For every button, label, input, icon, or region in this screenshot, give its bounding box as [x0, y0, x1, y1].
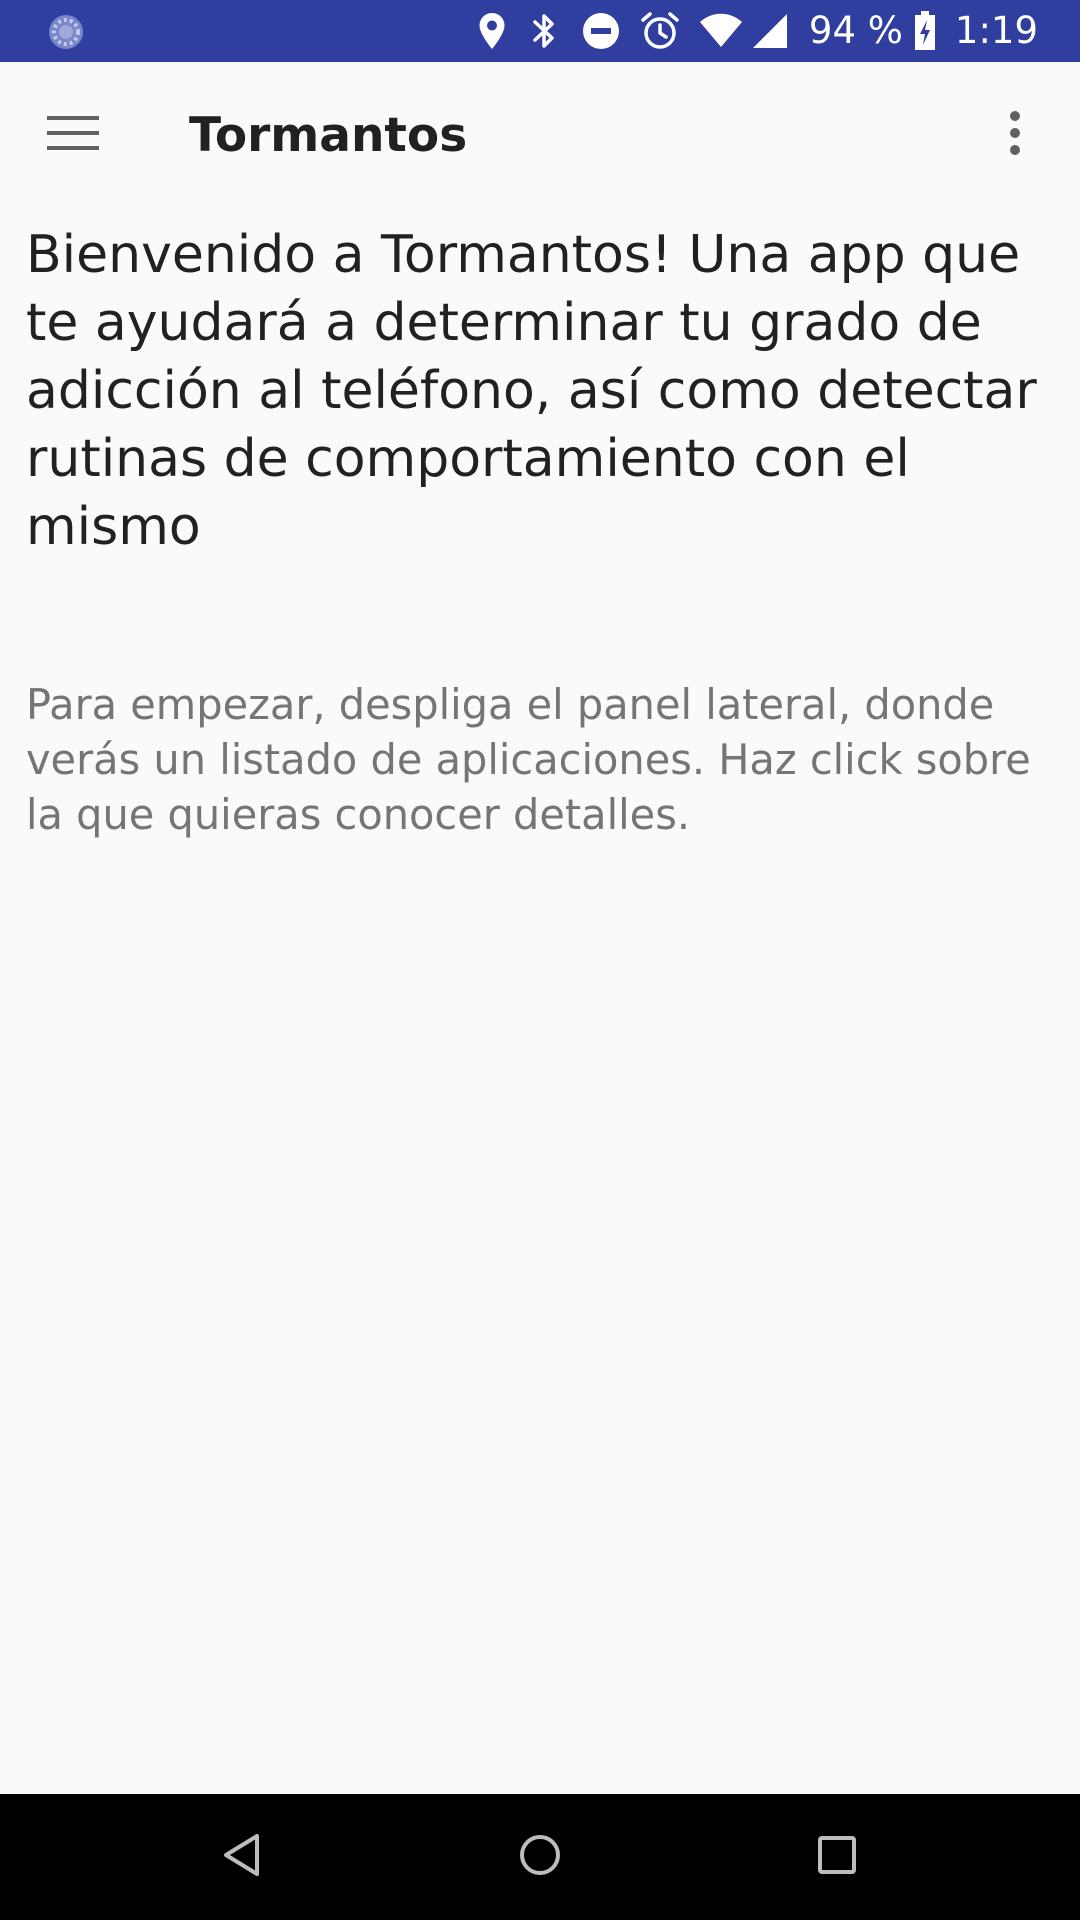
welcome-text: Bienvenido a Tormantos! Una app que te a…	[26, 225, 1037, 557]
alarm-icon	[639, 0, 681, 62]
navigation-bar	[0, 1794, 1080, 1920]
overflow-menu-button[interactable]	[964, 84, 1066, 186]
sync-icon	[46, 12, 86, 52]
recents-button[interactable]	[797, 1817, 877, 1897]
home-button[interactable]	[500, 1817, 580, 1897]
menu-icon	[47, 115, 99, 156]
back-icon	[222, 1832, 262, 1883]
back-button[interactable]	[202, 1817, 282, 1897]
recents-icon	[817, 1835, 857, 1880]
status-icons: 94 % 1:19	[475, 0, 1038, 62]
cellular-signal-icon	[751, 0, 789, 62]
bluetooth-icon	[529, 0, 559, 62]
status-time: 1:19	[954, 9, 1038, 52]
instructions-text: Para empezar, despliga el panel lateral,…	[26, 680, 1031, 839]
wifi-icon	[699, 0, 743, 62]
do-not-disturb-icon	[581, 0, 621, 62]
location-icon	[475, 0, 509, 62]
status-bar: 94 % 1:19	[0, 0, 1080, 62]
battery-charging-icon	[913, 0, 937, 62]
menu-button[interactable]	[22, 84, 124, 186]
app-bar: Tormantos	[0, 62, 1080, 210]
app-title: Tormantos	[189, 108, 468, 163]
more-vert-icon	[1008, 110, 1022, 160]
battery-percentage: 94 %	[808, 9, 903, 52]
home-icon	[518, 1833, 562, 1882]
